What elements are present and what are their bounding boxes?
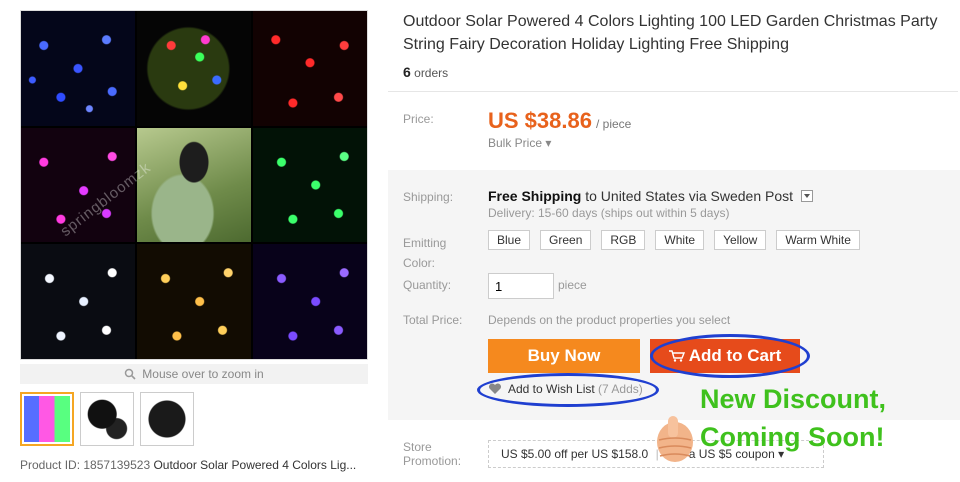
add-to-wish-list-link[interactable]: Add to Wish List (7 Adds) bbox=[488, 382, 643, 396]
discount-line-1: New Discount, bbox=[700, 384, 887, 414]
color-option-blue[interactable]: Blue bbox=[488, 230, 531, 250]
image-tile-pink bbox=[21, 127, 135, 243]
image-tile-green bbox=[253, 127, 367, 243]
thumbnail-1[interactable] bbox=[20, 392, 74, 446]
image-tile-purple bbox=[253, 244, 367, 359]
image-tile-blue bbox=[21, 11, 135, 126]
orders-label: orders bbox=[414, 66, 449, 80]
product-id-value: 1857139523 bbox=[83, 458, 151, 472]
shipping-label: Shipping: bbox=[403, 190, 454, 204]
cart-icon bbox=[668, 350, 685, 362]
thumbs-up-icon bbox=[657, 416, 693, 462]
promotion-offer: US $5.00 off per US $158.0 bbox=[501, 447, 649, 461]
image-tile-solar-panel bbox=[137, 127, 251, 243]
divider bbox=[388, 91, 958, 92]
color-options: Blue Green RGB White Yellow Warm White bbox=[488, 230, 860, 250]
color-option-white[interactable]: White bbox=[655, 230, 705, 250]
shipping-method: Free Shipping bbox=[488, 188, 582, 204]
image-tile-rgb bbox=[137, 11, 251, 126]
zoom-hint-text: Mouse over to zoom in bbox=[142, 367, 264, 381]
wish-list-count: (7 Adds) bbox=[598, 382, 643, 396]
delivery-time: Delivery: 15-60 days (ships out within 5… bbox=[488, 206, 730, 220]
color-option-warm-white[interactable]: Warm White bbox=[776, 230, 860, 250]
bulk-price-link[interactable]: Bulk Price ▾ bbox=[488, 136, 551, 150]
image-tile-yellow bbox=[137, 244, 251, 359]
product-id-title: Outdoor Solar Powered 4 Colors Lig... bbox=[153, 458, 357, 472]
heart-icon bbox=[488, 383, 502, 394]
zoom-hint: Mouse over to zoom in bbox=[20, 364, 368, 384]
add-to-cart-button[interactable]: Add to Cart bbox=[650, 339, 800, 373]
orders-count: 6 orders bbox=[403, 64, 448, 80]
price-unit: / piece bbox=[596, 117, 632, 131]
wish-list-label: Add to Wish List bbox=[508, 382, 595, 396]
color-option-rgb[interactable]: RGB bbox=[601, 230, 646, 250]
thumbnail-strip bbox=[20, 392, 194, 446]
product-id-label: Product ID: bbox=[20, 458, 81, 472]
price-label: Price: bbox=[403, 112, 434, 126]
total-price-value: Depends on the product properties you se… bbox=[488, 313, 731, 327]
image-tile-white bbox=[21, 244, 135, 359]
magnifier-icon bbox=[125, 368, 136, 380]
shipping-dropdown-icon[interactable] bbox=[800, 190, 813, 202]
color-option-green[interactable]: Green bbox=[540, 230, 592, 250]
orders-number: 6 bbox=[403, 64, 411, 80]
add-to-cart-label: Add to Cart bbox=[688, 346, 782, 365]
color-option-yellow[interactable]: Yellow bbox=[714, 230, 767, 250]
main-product-image[interactable]: springbloomzk bbox=[20, 10, 368, 360]
price-value: US $38.86 bbox=[488, 108, 592, 133]
shipping-destination: to United States via Sweden Post bbox=[585, 188, 794, 204]
discount-announcement: New Discount, Coming Soon! bbox=[700, 380, 886, 456]
quantity-input[interactable] bbox=[488, 273, 554, 299]
emitting-color-label: Emitting Color: bbox=[403, 236, 447, 270]
quantity-label: Quantity: bbox=[403, 278, 452, 292]
product-id-row: Product ID: 1857139523 Outdoor Solar Pow… bbox=[20, 458, 356, 472]
buy-now-button[interactable]: Buy Now bbox=[488, 339, 640, 373]
shipping-info: Free Shipping to United States via Swede… bbox=[488, 188, 813, 204]
store-promotion-label: Store Promotion: bbox=[403, 440, 462, 468]
total-price-label: Total Price: bbox=[403, 313, 463, 327]
discount-line-2: Coming Soon! bbox=[700, 422, 885, 452]
thumbnail-3[interactable] bbox=[140, 392, 194, 446]
product-title: Outdoor Solar Powered 4 Colors Lighting … bbox=[403, 13, 938, 53]
image-tile-red bbox=[253, 11, 367, 126]
quantity-unit: piece bbox=[558, 278, 587, 292]
thumbnail-2[interactable] bbox=[80, 392, 134, 446]
